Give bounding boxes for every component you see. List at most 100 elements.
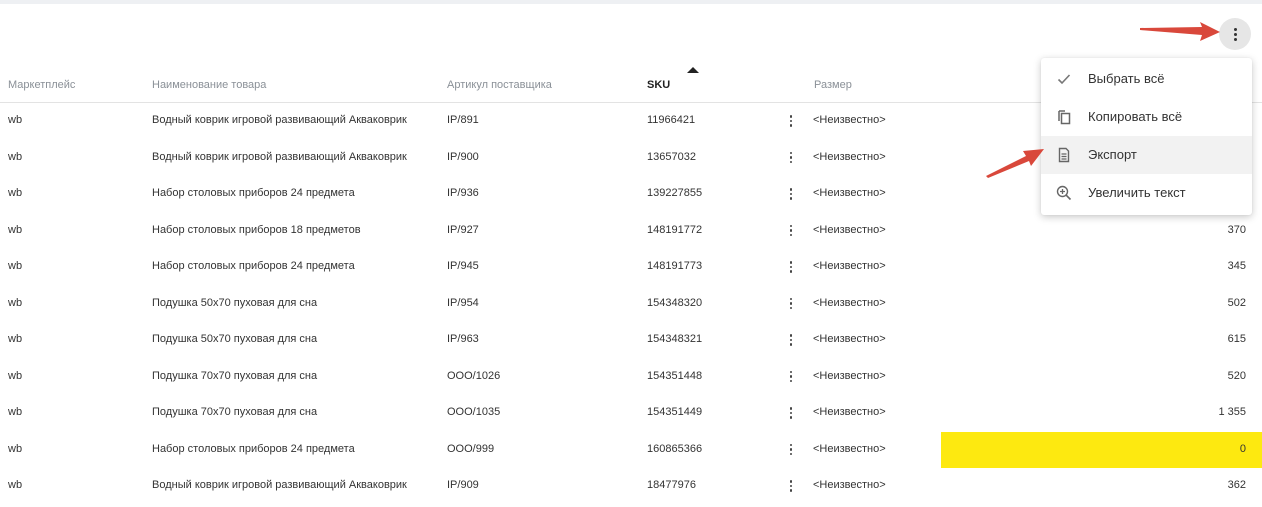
cell-sku: 13657032 [647,150,696,163]
cell-sku: 154348320 [647,296,703,309]
cell-sku: 154348321 [647,333,703,345]
highlighted-cell [941,431,1262,468]
table-row[interactable]: wb Водный коврик игровой развивающий Аква… [0,468,1262,505]
cell-sku: 160865366 [647,442,703,455]
cell-value: 362 [1227,479,1246,491]
row-menu-button[interactable] [788,406,794,420]
cell-size: <Неизвестно> [813,406,886,418]
table-row[interactable]: wb Набор столовых приборов 24 предмета ООО… [0,431,1262,468]
cell-product-name: Набор столовых приборов 24 предмета [152,260,355,272]
cell-marketplace: wb [8,442,23,455]
menu-item-export[interactable]: Экспорт [1041,136,1252,174]
cell-product-name: Подушка 70x70 пуховая для сна [152,369,318,382]
more-vertical-icon [789,334,793,346]
cell-article: ООО/1035 [447,406,501,418]
row-menu-button[interactable] [788,151,794,165]
cell-marketplace: wb [8,333,23,345]
cell-marketplace: wb [8,150,23,163]
more-vertical-icon [789,261,793,273]
row-menu-button[interactable] [788,333,794,347]
cell-size: <Неизвестно> [813,187,886,199]
cell-size: <Неизвестно> [813,223,886,236]
cell-product-name: Подушка 50x70 пуховая для сна [152,333,318,345]
cell-marketplace: wb [8,369,23,382]
cell-size: <Неизвестно> [813,296,886,309]
cell-size: <Неизвестно> [813,442,886,455]
top-bar [0,0,1262,4]
menu-item-select-all[interactable]: Выбрать всё [1041,60,1252,98]
table-options-button[interactable] [1219,18,1251,50]
more-vertical-icon [789,407,793,419]
more-vertical-icon [789,224,793,237]
row-menu-button[interactable] [788,260,794,274]
cell-size: <Неизвестно> [813,369,886,382]
cell-article: IP/909 [447,479,479,491]
column-header-marketplace[interactable]: Маркетплейс [8,79,75,91]
cell-article: IP/963 [447,333,479,345]
cell-marketplace: wb [8,296,23,309]
menu-item-label: Экспорт [1088,147,1137,162]
more-vertical-icon [789,370,793,383]
table-row[interactable]: wb Подушка 70x70 пуховая для сна ООО/1035 1… [0,395,1262,432]
cell-value: 1 355 [1218,406,1246,418]
annotation-arrow-export [986,149,1044,178]
cell-size: <Неизвестно> [813,479,886,491]
cell-value: 502 [1227,296,1246,309]
row-menu-button[interactable] [788,224,794,238]
row-menu-button[interactable] [788,370,794,384]
cell-sku: 154351448 [647,369,703,382]
cell-size: <Неизвестно> [813,333,886,345]
table-row[interactable]: wb Подушка 50x70 пуховая для сна IP/963 154… [0,322,1262,359]
cell-product-name: Набор столовых приборов 24 предмета [152,442,355,455]
cell-article: IP/954 [447,296,479,309]
cell-value: 520 [1227,369,1246,382]
cell-marketplace: wb [8,114,23,126]
document-icon [1056,147,1072,163]
cell-size: <Неизвестно> [813,150,886,163]
table-row[interactable]: wb Подушка 70x70 пуховая для сна ООО/1026 1… [0,359,1262,396]
menu-item-zoom-text[interactable]: Увеличить текст [1041,174,1252,212]
table-row[interactable]: wb Набор столовых приборов 18 предметов IP… [0,213,1262,250]
cell-marketplace: wb [8,187,23,199]
more-vertical-icon [789,115,793,127]
check-icon [1056,71,1072,87]
table-row[interactable]: wb Подушка 50x70 пуховая для сна IP/954 154… [0,286,1262,323]
cell-value: 370 [1227,223,1246,236]
cell-size: <Неизвестно> [813,114,886,126]
more-vertical-icon [789,443,793,456]
cell-product-name: Водный коврик игровой развивающий Аквако… [152,114,407,126]
row-menu-button[interactable] [788,479,794,493]
table-options-menu: Выбрать всё Копировать всё Экспорт Увели… [1041,58,1252,215]
row-menu-button[interactable] [788,114,794,128]
cell-marketplace: wb [8,406,23,418]
column-header-sku[interactable]: SKU [647,79,670,91]
row-menu-button[interactable] [788,443,794,457]
table-row[interactable]: wb Набор столовых приборов 24 предмета IP/… [0,249,1262,286]
cell-article: IP/936 [447,187,479,199]
more-vertical-icon [789,188,793,200]
cell-size: <Неизвестно> [813,260,886,272]
row-menu-button[interactable] [788,187,794,201]
cell-value: 615 [1227,333,1246,345]
cell-sku: 18477976 [647,479,696,491]
column-header-article[interactable]: Артикул поставщика [447,79,552,91]
column-header-size[interactable]: Размер [814,79,852,91]
menu-item-label: Копировать всё [1088,109,1183,124]
cell-product-name: Подушка 50x70 пуховая для сна [152,296,318,309]
sort-ascending-icon[interactable] [687,67,699,73]
more-vertical-icon [789,480,793,492]
row-menu-button[interactable] [788,297,794,311]
more-vertical-icon [789,151,793,164]
menu-item-copy-all[interactable]: Копировать всё [1041,98,1252,136]
cell-marketplace: wb [8,260,23,272]
cell-sku: 11966421 [647,114,696,126]
cell-article: IP/891 [447,114,479,126]
cell-article: ООО/1026 [447,369,501,382]
menu-item-label: Увеличить текст [1088,185,1186,200]
column-header-name[interactable]: Наименование товара [152,79,266,91]
cell-article: IP/945 [447,260,479,272]
zoom-in-icon [1056,185,1072,201]
cell-value: 345 [1227,260,1246,272]
cell-sku: 148191773 [647,260,703,272]
cell-article: ООО/999 [447,442,495,455]
